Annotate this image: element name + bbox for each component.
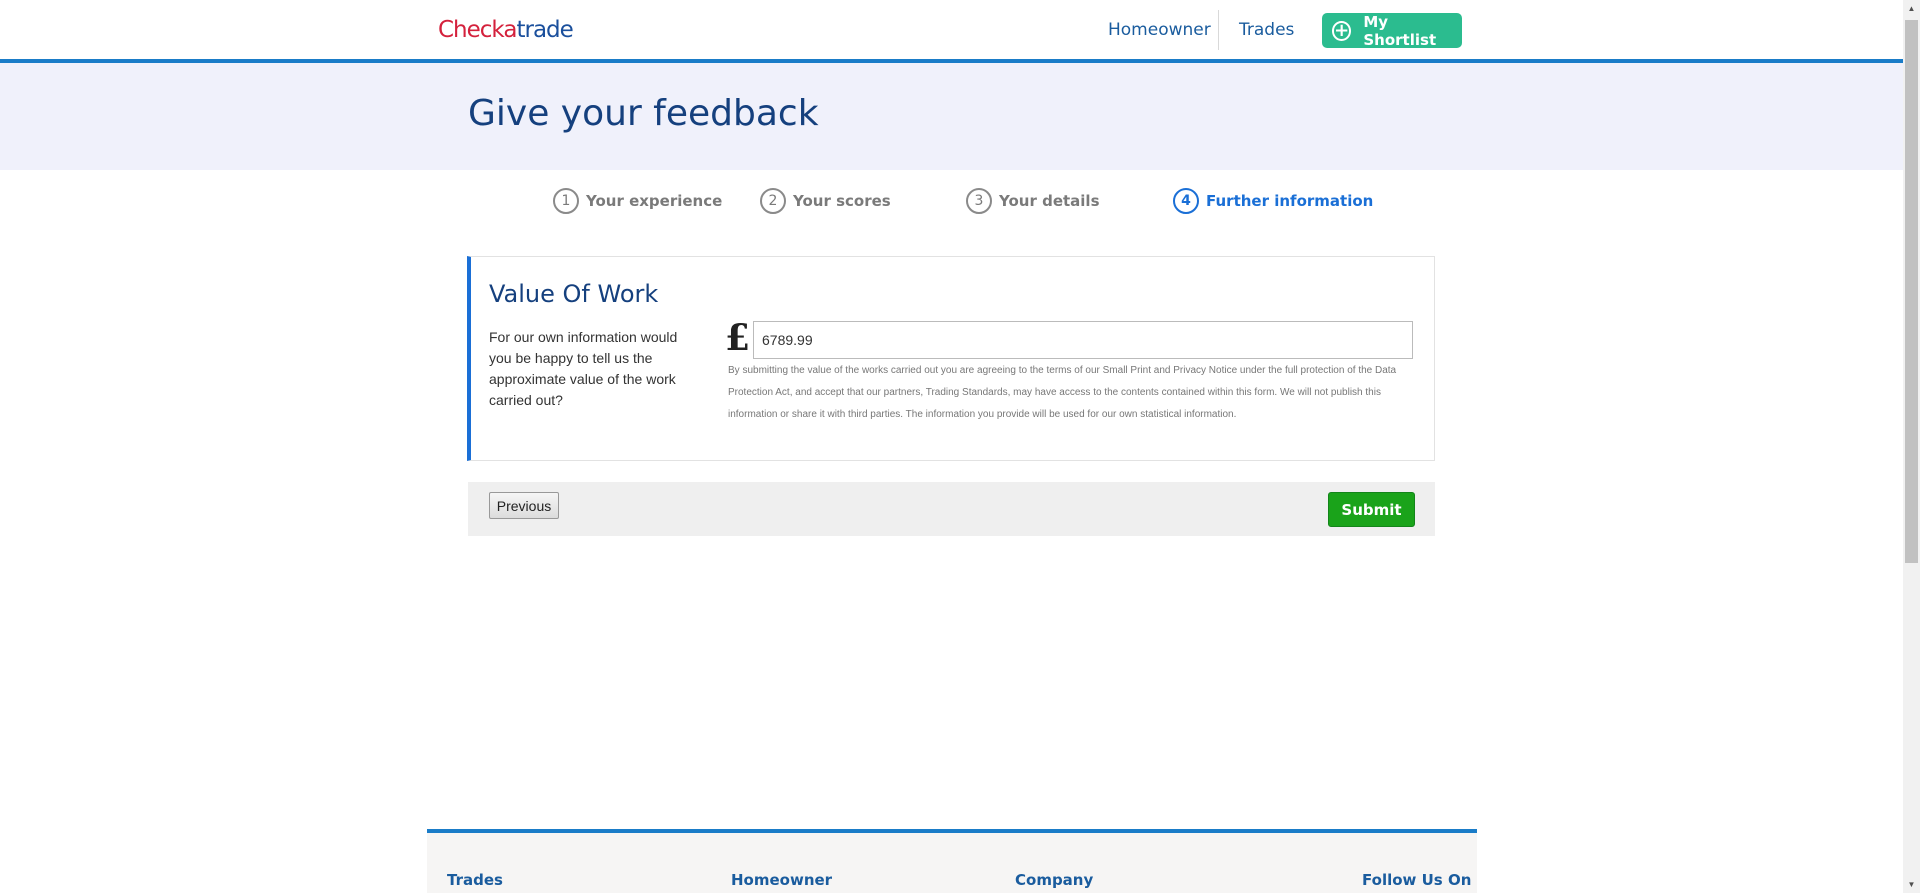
step-number: 3 xyxy=(966,188,992,214)
nav-trades-link[interactable]: Trades xyxy=(1239,18,1294,42)
disclaimer-text: By submitting the value of the works car… xyxy=(728,365,1397,420)
step-your-details: 3 Your details xyxy=(966,188,1100,214)
site-header xyxy=(0,0,1903,63)
page-banner xyxy=(0,63,1903,170)
footer-heading-homeowner[interactable]: Homeowner xyxy=(731,870,832,890)
pound-sign-icon: £ xyxy=(725,317,751,359)
page-title: Give your feedback xyxy=(468,93,819,134)
step-number: 2 xyxy=(760,188,786,214)
previous-button[interactable]: Previous xyxy=(489,492,559,519)
logo-text-check: Check xyxy=(438,17,504,43)
value-question-text: For our own information would you be hap… xyxy=(489,329,678,408)
site-footer xyxy=(427,829,1477,893)
form-actions-bar xyxy=(468,482,1435,536)
checkatrade-logo[interactable]: Checkatrade xyxy=(438,14,574,46)
plus-circle-icon: + xyxy=(1332,20,1352,41)
step-label: Your details xyxy=(999,192,1100,210)
footer-heading-trades[interactable]: Trades xyxy=(447,870,503,890)
footer-heading-follow-us: Follow Us On xyxy=(1362,871,1472,889)
step-your-experience: 1 Your experience xyxy=(553,188,722,214)
nav-divider xyxy=(1218,10,1219,50)
value-of-work-input[interactable] xyxy=(753,321,1413,359)
step-label: Further information xyxy=(1206,192,1374,210)
submit-button[interactable]: Submit xyxy=(1328,492,1415,527)
step-your-scores: 2 Your scores xyxy=(760,188,891,214)
footer-heading-company[interactable]: Company xyxy=(1015,870,1093,890)
step-label: Your scores xyxy=(793,192,891,210)
step-label: Your experience xyxy=(586,192,723,210)
my-shortlist-button[interactable]: + My Shortlist xyxy=(1322,12,1462,49)
scroll-down-arrow-icon[interactable]: ▼ xyxy=(1903,876,1920,893)
nav-homeowner-link[interactable]: Homeowner xyxy=(1108,18,1211,42)
scroll-up-arrow-icon[interactable]: ▲ xyxy=(1903,0,1920,17)
step-further-information: 4 Further information xyxy=(1173,188,1373,214)
logo-text-trade: trade xyxy=(516,17,573,43)
panel-title: Value Of Work xyxy=(489,280,659,308)
step-number: 1 xyxy=(553,188,579,214)
scrollbar-thumb[interactable] xyxy=(1905,20,1918,563)
my-shortlist-label: My Shortlist xyxy=(1363,12,1437,49)
step-number: 4 xyxy=(1173,188,1199,214)
logo-text-tick: a xyxy=(503,17,517,43)
